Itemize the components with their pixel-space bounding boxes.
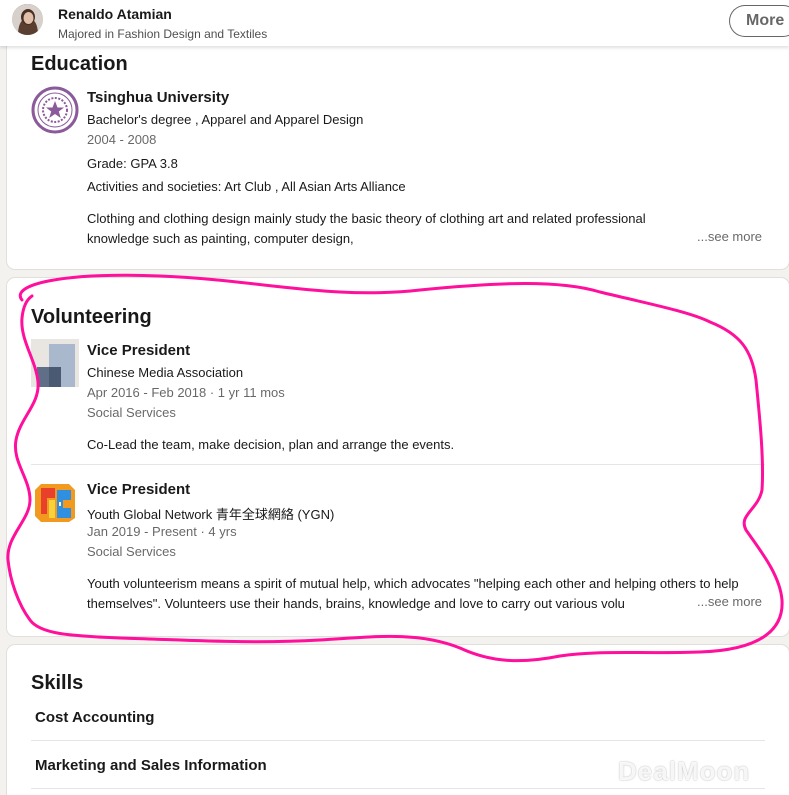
volunteer-description: Co-Lead the team, make decision, plan an…: [87, 437, 455, 452]
divider: [31, 464, 765, 465]
activities: Activities and societies: Art Club , All…: [87, 179, 406, 194]
more-button[interactable]: More: [729, 5, 789, 37]
volunteer-cause: Social Services: [87, 405, 176, 420]
tsinghua-seal-icon[interactable]: [31, 86, 79, 134]
volunteer-org: Chinese Media Association: [87, 365, 244, 380]
see-more-link[interactable]: ...see more: [693, 594, 763, 609]
divider: [31, 788, 765, 789]
skill-item[interactable]: Cost Accounting: [35, 709, 154, 726]
divider: [31, 740, 765, 741]
school-name[interactable]: Tsinghua University: [87, 89, 229, 106]
ygn-logo-icon[interactable]: [31, 478, 79, 526]
chinese-media-association-logo-icon[interactable]: [31, 339, 79, 387]
watermark: DealMoon: [618, 756, 751, 786]
volunteer-dates: Apr 2016 - Feb 2018 · 1 yr 11 mos: [87, 385, 285, 400]
avatar[interactable]: [12, 4, 43, 35]
volunteer-dates: Jan 2019 - Present · 4 yrs: [87, 524, 237, 539]
skills-title: Skills: [31, 672, 84, 694]
volunteer-role[interactable]: Vice President: [87, 342, 190, 359]
degree: Bachelor's degree , Apparel and Apparel …: [87, 112, 364, 127]
avatar-photo-icon: [12, 4, 43, 35]
education-title: Education: [31, 53, 128, 75]
volunteer-org: Youth Global Network 青年全球網絡 (YGN): [87, 507, 335, 522]
see-more-link[interactable]: ...see more: [697, 229, 763, 244]
education-dates: 2004 - 2008: [87, 132, 157, 147]
skill-item[interactable]: Marketing and Sales Information: [35, 757, 267, 774]
volunteering-title: Volunteering: [31, 306, 152, 328]
profile-name[interactable]: Renaldo Atamian: [58, 6, 172, 22]
profile-headline: Majored in Fashion Design and Textiles: [58, 27, 268, 41]
volunteer-description: Youth volunteerism means a spirit of mut…: [87, 576, 739, 611]
volunteering-card: Volunteering Vice President Chinese Medi…: [7, 278, 789, 636]
volunteer-cause: Social Services: [87, 544, 176, 559]
profile-top-bar: Renaldo Atamian Majored in Fashion Desig…: [0, 0, 789, 46]
grade: Grade: GPA 3.8: [87, 156, 178, 171]
education-description: Clothing and clothing design mainly stud…: [87, 211, 646, 246]
volunteer-role[interactable]: Vice President: [87, 481, 190, 498]
